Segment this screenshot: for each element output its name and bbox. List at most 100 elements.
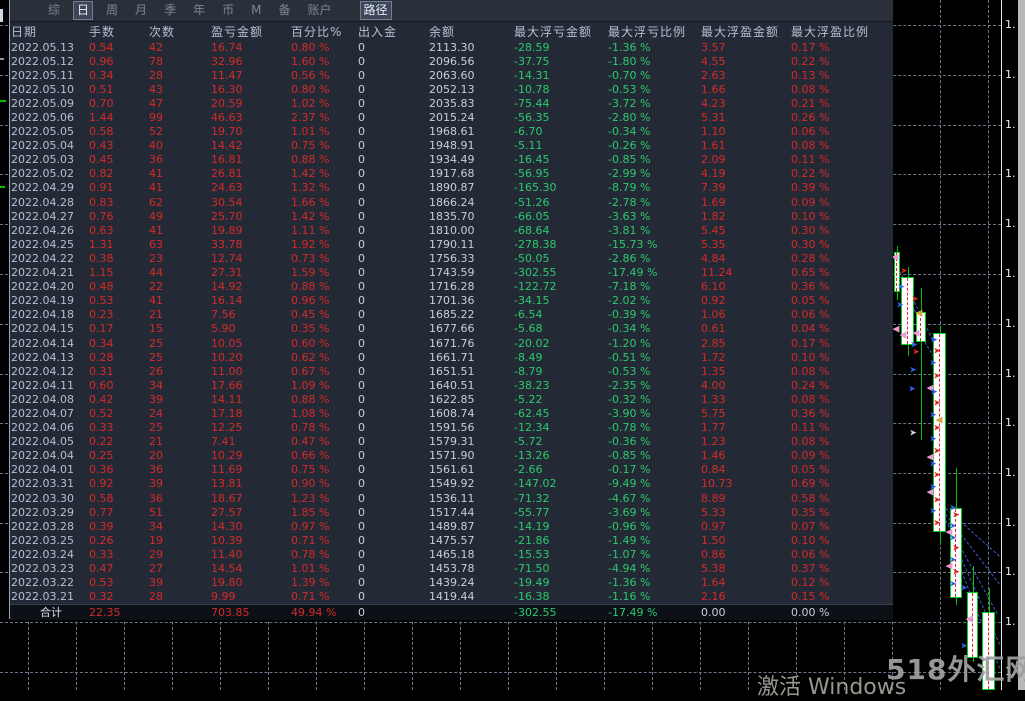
table-row[interactable]: 2022.05.040.434014.420.75 %01948.91-5.11…	[10, 139, 893, 153]
table-row[interactable]: 2022.03.290.775127.571.85 %01517.44-55.7…	[10, 505, 893, 519]
table-row[interactable]: 2022.04.260.634119.891.11 %01810.00-68.6…	[10, 223, 893, 237]
table-cell: 0	[357, 252, 428, 265]
table-row[interactable]: 2022.03.280.393414.300.97 %01489.87-14.1…	[10, 519, 893, 533]
column-header-6: 出入金	[357, 23, 428, 40]
table-row[interactable]: 2022.04.010.363611.690.75 %01561.61-2.66…	[10, 463, 893, 477]
table-row[interactable]: 2022.04.140.342510.050.60 %01671.76-20.0…	[10, 336, 893, 350]
table-row[interactable]: 2022.03.240.332911.400.78 %01465.18-15.5…	[10, 547, 893, 561]
table-row[interactable]: 2022.04.251.316333.781.92 %01790.11-278.…	[10, 237, 893, 251]
table-row[interactable]: 2022.03.230.472714.541.01 %01453.78-71.5…	[10, 561, 893, 575]
sell-arrow-icon: ➤	[900, 268, 908, 277]
table-cell: 0	[357, 365, 428, 378]
grid-vline	[988, 0, 989, 690]
table-row[interactable]: 2022.05.050.585219.701.01 %01968.61-6.70…	[10, 125, 893, 139]
table-row[interactable]: 2022.04.280.836230.541.66 %01866.24-51.2…	[10, 195, 893, 209]
table-row[interactable]: 2022.04.150.17155.900.35 %01677.66-5.68-…	[10, 322, 893, 336]
menu-item-7[interactable]: 币	[219, 2, 237, 18]
table-cell: 0	[357, 55, 428, 68]
table-total-row: 合计22.35703.8549.94 %0-302.55-17.49 %0.00…	[10, 604, 893, 620]
table-cell: 2052.13	[428, 83, 513, 96]
table-cell: 0	[357, 224, 428, 237]
table-row[interactable]: 2022.03.310.923913.810.90 %01549.92-147.…	[10, 477, 893, 491]
table-row[interactable]: 2022.05.100.514316.300.80 %02052.13-10.7…	[10, 82, 893, 96]
buy-arrow-icon: ➤	[929, 360, 937, 369]
table-cell: 0.90 %	[290, 477, 357, 490]
table-row[interactable]: 2022.04.040.252010.290.66 %01571.90-13.2…	[10, 449, 893, 463]
table-row[interactable]: 2022.05.030.453616.810.88 %01934.49-16.4…	[10, 153, 893, 167]
table-cell: 1439.24	[428, 576, 513, 589]
modify-triangle-icon: ◀	[916, 310, 923, 319]
table-row[interactable]: 2022.03.210.32289.990.71 %01419.44-16.38…	[10, 590, 893, 604]
price-axis-label: 1.	[1005, 317, 1016, 330]
column-header-9: 最大浮亏比例	[607, 23, 700, 40]
table-row[interactable]: 2022.05.061.449946.632.37 %02015.24-56.3…	[10, 110, 893, 124]
price-axis-label: 1.	[1005, 416, 1016, 429]
table-cell: 1536.11	[428, 492, 513, 505]
table-cell: 1701.36	[428, 294, 513, 307]
table-row[interactable]: 2022.05.110.342811.470.56 %02063.60-14.3…	[10, 68, 893, 82]
right-scrollbar[interactable]	[1018, 0, 1025, 690]
table-row[interactable]: 2022.04.290.914124.631.32 %01890.87-165.…	[10, 181, 893, 195]
table-row[interactable]: 2022.04.120.312611.000.67 %01651.51-8.79…	[10, 364, 893, 378]
menu-item-11[interactable]: 路径	[361, 2, 391, 18]
table-row[interactable]: 2022.04.060.332512.250.78 %01591.56-12.3…	[10, 421, 893, 435]
menu-item-5[interactable]: 季	[161, 2, 179, 18]
menu-item-3[interactable]: 周	[103, 2, 121, 18]
table-row[interactable]: 2022.03.300.583618.671.23 %01536.11-71.3…	[10, 491, 893, 505]
table-row[interactable]: 2022.04.200.482214.920.88 %01716.28-122.…	[10, 280, 893, 294]
table-cell: 0.17 %	[790, 337, 893, 350]
menu-item-8[interactable]: M	[248, 2, 264, 18]
table-row[interactable]: 2022.04.220.382312.740.73 %01756.33-50.0…	[10, 251, 893, 265]
table-row[interactable]: 2022.04.080.423914.110.88 %01622.85-5.22…	[10, 392, 893, 406]
table-row[interactable]: 2022.05.090.704720.591.02 %02035.83-75.4…	[10, 96, 893, 110]
menu-item-2[interactable]: 日	[74, 2, 92, 18]
table-cell: 0.08 %	[790, 393, 893, 406]
table-row[interactable]: 2022.04.211.154427.311.59 %01743.59-302.…	[10, 266, 893, 280]
table-cell: 0	[357, 210, 428, 223]
table-cell: 2022.04.04	[10, 449, 88, 462]
table-cell: 0.11 %	[790, 153, 893, 166]
column-header-10: 最大浮盈金额	[700, 23, 790, 40]
table-row[interactable]: 2022.04.050.22217.410.47 %01579.31-5.72-…	[10, 435, 893, 449]
sell-arrow-icon: ➤	[933, 520, 941, 529]
menu-item-10[interactable]: 账户	[304, 2, 334, 18]
table-cell: -34.15	[513, 294, 607, 307]
table-cell: 0.15 %	[790, 590, 893, 603]
menu-bar: 综日周月季年币M备账户 路径	[10, 0, 893, 22]
menu-item-6[interactable]: 年	[190, 2, 208, 18]
table-cell: 1.42 %	[290, 167, 357, 180]
table-row[interactable]: 2022.04.110.603417.661.09 %01640.51-38.2…	[10, 378, 893, 392]
table-row[interactable]: 2022.04.130.282510.200.62 %01661.71-8.49…	[10, 350, 893, 364]
price-axis-label: 1.	[1005, 167, 1016, 180]
menu-item-4[interactable]: 月	[132, 2, 150, 18]
menu-item-1[interactable]: 综	[45, 2, 63, 18]
table-cell: 0.53	[88, 294, 148, 307]
table-cell: 2.85	[700, 337, 790, 350]
table-cell: 99	[148, 111, 210, 124]
table-cell: 11.47	[210, 69, 290, 82]
table-row[interactable]: 2022.04.270.764925.701.42 %01835.70-66.0…	[10, 209, 893, 223]
table-cell: 0.54	[88, 41, 148, 54]
table-cell: -0.85 %	[607, 449, 700, 462]
table-cell: 2063.60	[428, 69, 513, 82]
table-cell: -0.53 %	[607, 365, 700, 378]
table-cell: 2022.03.25	[10, 534, 88, 547]
table-row[interactable]: 2022.04.190.534116.140.96 %01701.36-34.1…	[10, 294, 893, 308]
table-row[interactable]: 2022.03.250.261910.390.71 %01475.57-21.8…	[10, 533, 893, 547]
table-row[interactable]: 2022.05.120.967832.961.60 %02096.56-37.7…	[10, 54, 893, 68]
table-row[interactable]: 2022.05.130.544216.740.80 %02113.30-28.5…	[10, 40, 893, 54]
menu-item-9[interactable]: 备	[275, 2, 293, 18]
table-cell: 16.81	[210, 153, 290, 166]
table-cell: 5.45	[700, 224, 790, 237]
table-cell: 4.84	[700, 252, 790, 265]
table-cell: 0.10 %	[790, 210, 893, 223]
table-cell: 29	[148, 548, 210, 561]
table-cell: 0.67 %	[290, 365, 357, 378]
table-row[interactable]: 2022.04.180.23217.560.45 %01685.22-6.54-…	[10, 308, 893, 322]
table-cell: 0.08 %	[790, 139, 893, 152]
table-cell: 18.67	[210, 492, 290, 505]
table-row[interactable]: 2022.04.070.522417.181.08 %01608.74-62.4…	[10, 406, 893, 420]
table-cell: -19.49	[513, 576, 607, 589]
table-row[interactable]: 2022.03.220.533919.801.39 %01439.24-19.4…	[10, 576, 893, 590]
table-row[interactable]: 2022.05.020.824126.811.42 %01917.68-56.9…	[10, 167, 893, 181]
